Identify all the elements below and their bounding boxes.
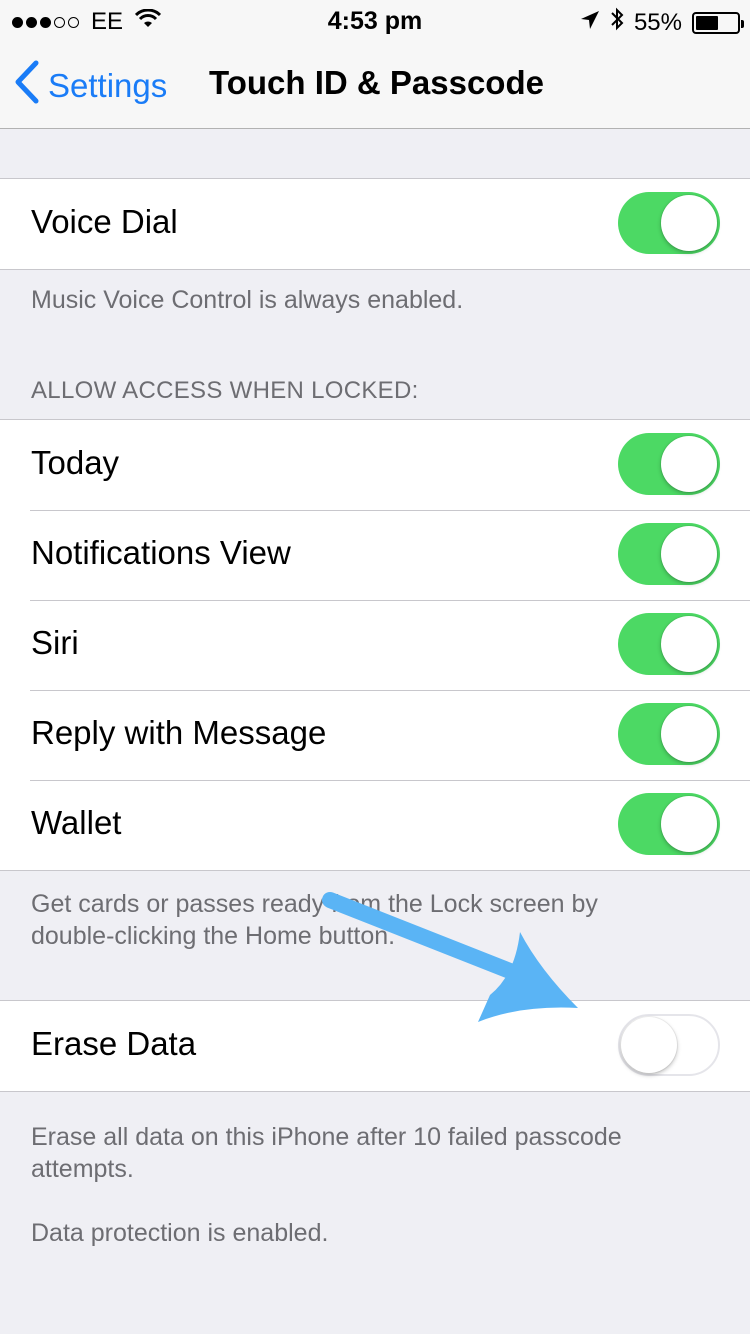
toggle-knob — [661, 436, 717, 492]
toggle-knob — [661, 195, 717, 251]
wallet-footer: Get cards or passes ready from the Lock … — [31, 888, 598, 952]
wallet-footer-line1: Get cards or passes ready from the Lock … — [31, 890, 598, 918]
toggle-knob — [661, 616, 717, 672]
voice-dial-toggle[interactable] — [618, 192, 720, 254]
erase-data-row: Erase Data — [0, 1001, 750, 1091]
navigation-bar: Settings Touch ID & Passcode — [0, 40, 750, 129]
battery-level — [696, 15, 718, 30]
battery-percent: 55% — [633, 8, 682, 36]
notifications-view-row: Notifications View — [0, 510, 750, 600]
battery-cap — [741, 19, 744, 28]
erase-data-toggle[interactable] — [618, 1014, 720, 1076]
status-right: 55% — [580, 7, 744, 38]
wallet-toggle[interactable] — [618, 793, 720, 855]
erase-footer-line2: attempts. — [31, 1155, 134, 1183]
notifications-view-toggle[interactable] — [618, 523, 720, 585]
erase-data-label: Erase Data — [31, 1025, 197, 1062]
back-button[interactable]: Settings — [14, 60, 167, 112]
location-arrow-icon — [580, 9, 600, 37]
data-protection-footer: Data protection is enabled. — [31, 1219, 329, 1247]
erase-footer-line1: Erase all data on this iPhone after 10 f… — [31, 1123, 622, 1151]
toggle-knob — [661, 706, 717, 762]
toggle-knob — [661, 526, 717, 582]
reply-with-message-toggle[interactable] — [618, 703, 720, 765]
voice-dial-group: Voice Dial — [0, 178, 750, 270]
reply-with-message-label: Reply with Message — [31, 714, 327, 751]
siri-label: Siri — [31, 624, 79, 661]
notifications-view-label: Notifications View — [31, 534, 291, 571]
voice-dial-row: Voice Dial — [0, 179, 750, 269]
siri-toggle[interactable] — [618, 613, 720, 675]
wallet-row: Wallet — [0, 780, 750, 870]
today-toggle[interactable] — [618, 433, 720, 495]
locked-section-header: ALLOW ACCESS WHEN LOCKED: — [31, 377, 419, 404]
locked-access-group: Today Notifications View Siri Reply with… — [0, 419, 750, 871]
toggle-knob — [661, 796, 717, 852]
erase-data-footer: Erase all data on this iPhone after 10 f… — [31, 1121, 622, 1185]
erase-data-group: Erase Data — [0, 1000, 750, 1092]
today-row: Today — [0, 420, 750, 510]
bluetooth-icon — [610, 7, 624, 38]
toggle-knob — [621, 1017, 677, 1073]
page-title: Touch ID & Passcode — [209, 64, 544, 101]
wallet-label: Wallet — [31, 804, 122, 841]
voice-dial-label: Voice Dial — [31, 203, 178, 240]
voice-dial-footer: Music Voice Control is always enabled. — [31, 286, 464, 314]
siri-row: Siri — [0, 600, 750, 690]
battery-icon — [692, 11, 744, 34]
reply-with-message-row: Reply with Message — [0, 690, 750, 780]
status-bar: EE 4:53 pm 55% — [0, 0, 750, 40]
back-button-label: Settings — [48, 67, 168, 104]
chevron-left-icon — [14, 60, 48, 112]
wallet-footer-line2: double-clicking the Home button. — [31, 922, 396, 950]
today-label: Today — [31, 444, 120, 481]
